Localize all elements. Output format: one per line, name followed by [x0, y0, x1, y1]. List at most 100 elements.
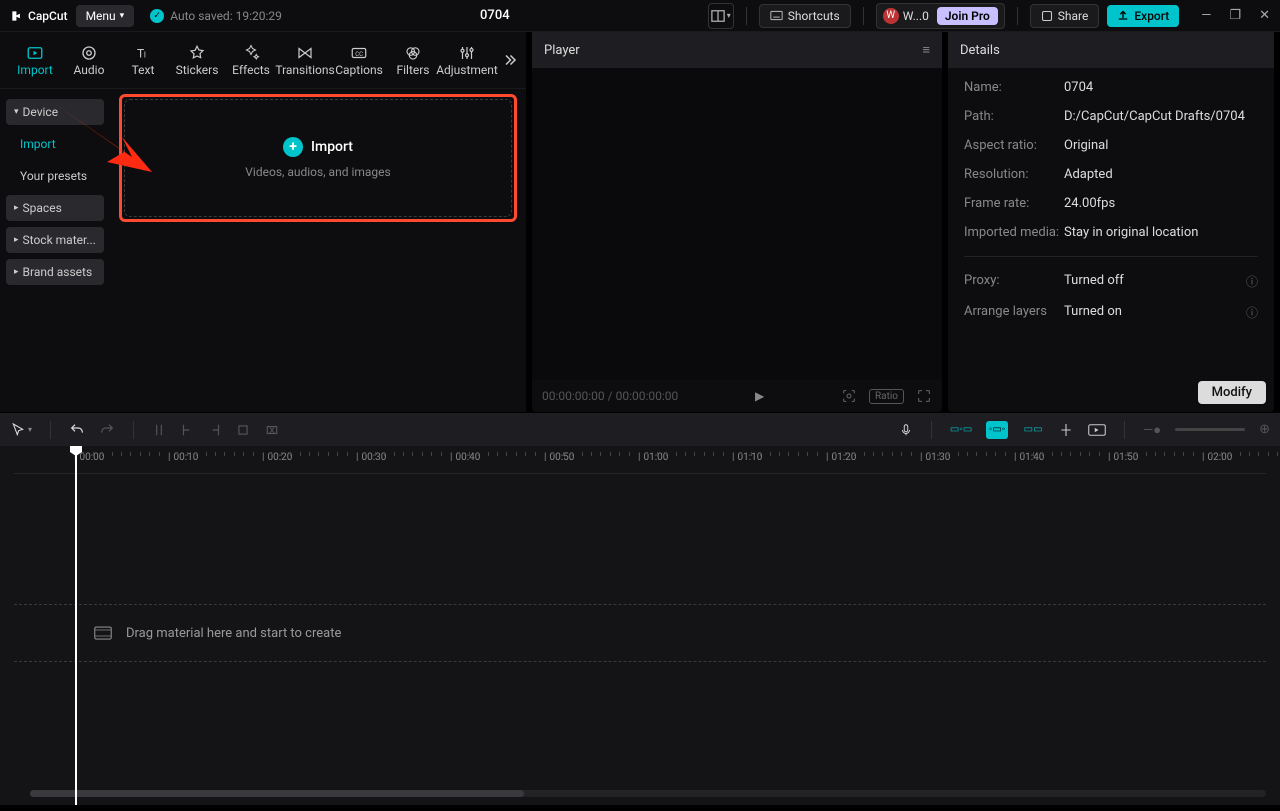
- playhead[interactable]: [75, 449, 77, 805]
- ruler-tick: |01:20: [826, 452, 856, 463]
- plus-icon: +: [283, 137, 303, 157]
- detail-layers-value: Turned on: [1064, 304, 1246, 321]
- tabs-more-icon[interactable]: [500, 51, 518, 69]
- share-button[interactable]: Share: [1030, 4, 1100, 28]
- track-mode-2-icon[interactable]: ◦▭◦: [986, 421, 1008, 439]
- zoom-in-icon[interactable]: ⊕: [1259, 422, 1270, 437]
- sidebar-nav: ▾Device Import Your presets ▸Spaces ▸Sto…: [0, 89, 110, 412]
- user-pill[interactable]: W W...0 Join Pro: [876, 3, 1005, 29]
- app-logo: CapCut: [10, 9, 68, 23]
- detail-res-value: Adapted: [1064, 167, 1258, 182]
- category-tabs: Import Audio TIText Stickers Effects Tra…: [0, 32, 526, 88]
- ruler-tick: |00:40: [450, 452, 480, 463]
- track-mode-1-icon[interactable]: ▭◦▭: [950, 421, 972, 439]
- ratio-button[interactable]: Ratio: [869, 389, 904, 404]
- project-title: 0704: [290, 8, 700, 23]
- timeline-track-dropzone[interactable]: Drag material here and start to create: [14, 604, 1266, 662]
- export-button[interactable]: Export: [1107, 5, 1179, 27]
- trim-right-icon[interactable]: [208, 422, 222, 438]
- focus-icon[interactable]: [841, 388, 857, 404]
- tab-transitions[interactable]: Transitions: [278, 32, 332, 88]
- ruler-tick: |00:20: [262, 452, 292, 463]
- layout-icon[interactable]: ▾: [708, 3, 734, 29]
- help-icon[interactable]: ⓘ: [1246, 273, 1258, 290]
- zoom-out-icon[interactable]: —●: [1143, 422, 1161, 438]
- ruler-tick: |00:50: [544, 452, 574, 463]
- player-viewport[interactable]: [532, 68, 942, 380]
- timeline-toolbar: ▾ ▭◦▭ ◦▭◦ ▭▭ —● ⊕: [0, 412, 1280, 446]
- selection-tool-icon[interactable]: ▾: [10, 422, 32, 438]
- import-dropzone[interactable]: + Import Videos, audios, and images: [124, 99, 512, 217]
- player-menu-icon[interactable]: ≡: [922, 42, 930, 58]
- maximize-button[interactable]: ❐: [1229, 8, 1241, 23]
- split-icon[interactable]: [152, 422, 166, 438]
- nav-import[interactable]: Import: [6, 131, 104, 157]
- modify-button[interactable]: Modify: [1198, 381, 1266, 404]
- nav-spaces[interactable]: ▸Spaces: [6, 195, 104, 221]
- player-timecode: 00:00:00:00 / 00:00:00:00: [542, 389, 678, 403]
- detail-name-key: Name:: [964, 80, 1064, 95]
- trim-left-icon[interactable]: [180, 422, 194, 438]
- tab-filters[interactable]: Filters: [386, 32, 440, 88]
- mic-icon[interactable]: [899, 422, 913, 438]
- detail-res-key: Resolution:: [964, 167, 1064, 182]
- detail-layers-key: Arrange layers: [964, 304, 1064, 321]
- close-button[interactable]: ✕: [1259, 8, 1270, 23]
- nav-presets[interactable]: Your presets: [6, 163, 104, 189]
- ruler-tick: |01:10: [732, 452, 762, 463]
- avatar: W: [883, 8, 899, 24]
- nav-device[interactable]: ▾Device: [6, 99, 104, 125]
- crop-icon[interactable]: [236, 423, 250, 437]
- ruler-tick: |01:30: [920, 452, 950, 463]
- detail-aspect-key: Aspect ratio:: [964, 138, 1064, 153]
- detail-path-key: Path:: [964, 109, 1064, 124]
- tab-text[interactable]: TIText: [116, 32, 170, 88]
- tab-effects[interactable]: Effects: [224, 32, 278, 88]
- track-mode-3-icon[interactable]: ▭▭: [1022, 421, 1044, 439]
- player-panel: Player ≡ 00:00:00:00 / 00:00:00:00 ▶ Rat…: [532, 32, 942, 412]
- nav-stock[interactable]: ▸Stock mater...: [6, 227, 104, 253]
- svg-text:I: I: [144, 50, 146, 60]
- detail-name-value: 0704: [1064, 80, 1258, 95]
- minimize-button[interactable]: —: [1201, 8, 1211, 23]
- menu-button[interactable]: Menu ▾: [76, 5, 135, 27]
- share-icon: [1041, 10, 1053, 22]
- ruler-tick: |02:00: [1202, 452, 1232, 463]
- tab-import[interactable]: Import: [8, 32, 62, 88]
- detail-media-key: Imported media:: [964, 225, 1064, 240]
- undo-icon[interactable]: [69, 422, 85, 438]
- ruler-tick: |00:30: [356, 452, 386, 463]
- import-subtitle: Videos, audios, and images: [245, 165, 390, 179]
- detail-proxy-value: Turned off: [1064, 273, 1246, 290]
- detail-path-value: D:/CapCut/CapCut Drafts/0704: [1064, 109, 1258, 124]
- shortcuts-button[interactable]: Shortcuts: [759, 4, 851, 28]
- svg-text:CC: CC: [355, 51, 363, 58]
- play-button[interactable]: ▶: [755, 389, 764, 403]
- redo-icon[interactable]: [99, 422, 115, 438]
- join-pro-button[interactable]: Join Pro: [937, 7, 998, 25]
- ruler-tick: |01:50: [1108, 452, 1138, 463]
- details-title: Details: [960, 43, 1000, 58]
- titlebar: CapCut Menu ▾ ✓ Auto saved: 19:20:29 070…: [0, 0, 1280, 32]
- keyboard-icon: [770, 9, 783, 22]
- tab-audio[interactable]: Audio: [62, 32, 116, 88]
- zoom-slider[interactable]: [1175, 428, 1245, 431]
- ruler-tick: |01:40: [1014, 452, 1044, 463]
- ruler-tick: |01:00: [638, 452, 668, 463]
- timeline[interactable]: |00:00|00:10|00:20|00:30|00:40|00:50|01:…: [0, 446, 1280, 805]
- nav-brand[interactable]: ▸Brand assets: [6, 259, 104, 285]
- preview-icon[interactable]: [1088, 423, 1106, 437]
- fullscreen-icon[interactable]: [916, 388, 932, 404]
- tab-captions[interactable]: CCCaptions: [332, 32, 386, 88]
- timeline-ruler[interactable]: |00:00|00:10|00:20|00:30|00:40|00:50|01:…: [14, 446, 1266, 474]
- autosave-status: ✓ Auto saved: 19:20:29: [150, 9, 282, 23]
- tab-adjustment[interactable]: Adjustment: [440, 32, 494, 88]
- help-icon[interactable]: ⓘ: [1246, 304, 1258, 321]
- tab-stickers[interactable]: Stickers: [170, 32, 224, 88]
- detail-proxy-key: Proxy:: [964, 273, 1064, 290]
- timeline-scrollbar[interactable]: [30, 790, 1266, 797]
- detail-aspect-value: Original: [1064, 138, 1258, 153]
- check-icon: ✓: [150, 9, 164, 23]
- delete-icon[interactable]: [264, 423, 280, 437]
- snap-icon[interactable]: [1058, 422, 1074, 438]
